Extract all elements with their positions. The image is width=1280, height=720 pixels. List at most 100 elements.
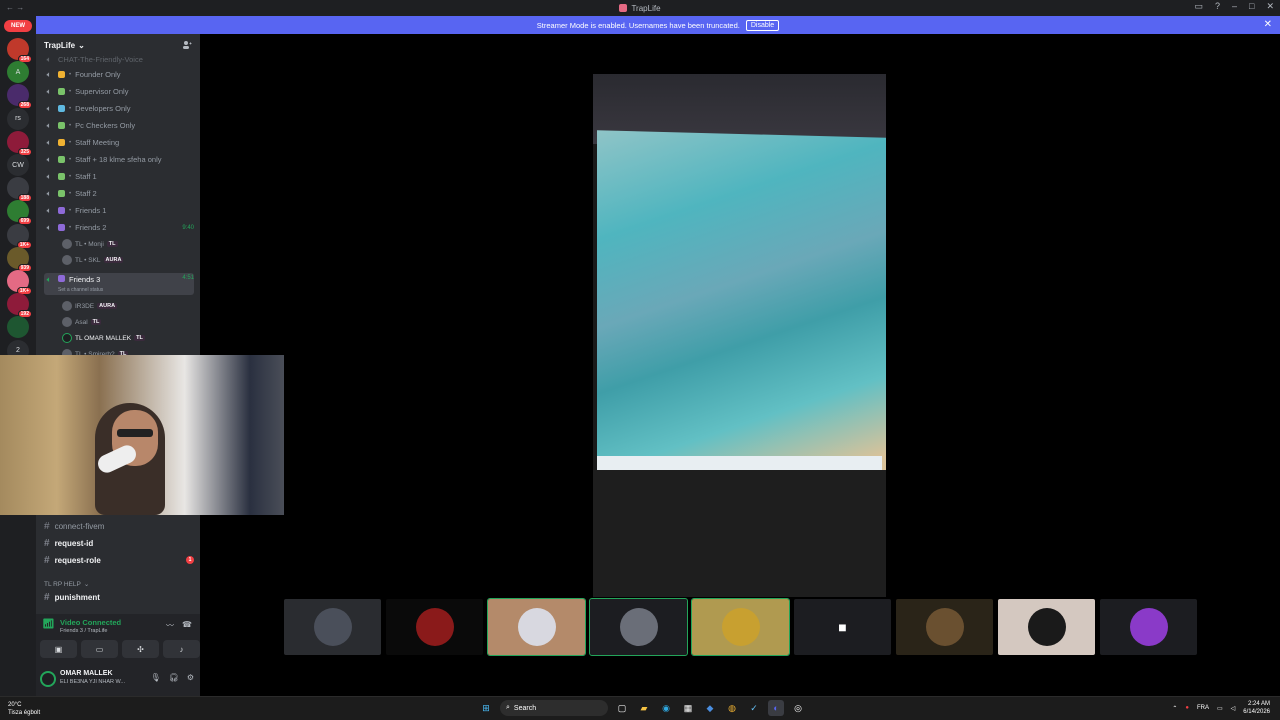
headphones-icon[interactable]: 🎧︎ <box>169 673 179 682</box>
voice-channel[interactable]: 🔈︎ • Supervisor Only <box>44 84 194 99</box>
screen-share-button[interactable]: ▭ <box>81 640 118 658</box>
server-icon[interactable]: A <box>7 61 29 84</box>
microphone-icon[interactable]: 🎙︎ <box>151 673 161 682</box>
clock[interactable]: 2:24 AM 6/14/2026 <box>1243 700 1270 716</box>
inbox-icon[interactable]: ▭ <box>1194 1 1203 12</box>
voice-channel[interactable]: 🔈︎ • Developers Only <box>44 101 194 116</box>
voice-channel[interactable]: 🔈︎ • Friends 2 9:40 <box>44 220 194 235</box>
file-explorer-icon[interactable]: ▰ <box>636 700 652 716</box>
voice-member[interactable]: Asal TL <box>62 315 102 329</box>
server-icon[interactable]: CW <box>7 154 29 176</box>
text-channel[interactable]: # connect-fivem <box>44 518 194 534</box>
member-name: IR3DE <box>75 302 95 310</box>
channel-emoji-icon <box>58 156 65 163</box>
server-icon[interactable]: 188 <box>7 177 32 203</box>
avatar[interactable] <box>40 671 56 687</box>
channel-label: Staff 2 <box>75 189 97 198</box>
participant-tile[interactable] <box>1100 599 1197 655</box>
disable-streamer-mode-button[interactable]: Disable <box>745 19 780 31</box>
avatar <box>619 608 658 646</box>
edge-icon[interactable]: ◉ <box>658 700 674 716</box>
store-icon[interactable]: ▦ <box>680 700 696 716</box>
server-icon[interactable]: 164 <box>7 38 32 63</box>
start-icon[interactable]: ⊞ <box>478 700 494 716</box>
member-tag: TL <box>106 241 118 247</box>
server-icon[interactable]: 268 <box>7 84 32 110</box>
noise-suppression-icon[interactable]: 〰 <box>166 620 174 631</box>
voice-channel[interactable]: 🔈︎ • Staff 2 <box>44 186 194 201</box>
voice-member[interactable]: TL OMAR MALLEK TL <box>62 331 145 345</box>
back-forward-icon[interactable]: ← → <box>6 3 24 12</box>
voice-channel[interactable]: 🔈︎ • Friends 1 <box>44 203 194 218</box>
video-bottom-shadow <box>593 470 886 597</box>
voice-status[interactable]: Video Connected <box>60 618 121 627</box>
chevron-up-icon[interactable]: ⌃ <box>1172 705 1177 712</box>
voice-member[interactable]: IR3DE AURA <box>62 299 118 313</box>
channel-truncated[interactable]: 🔈︎ CHAT-The-Friendly-Voice <box>44 52 194 67</box>
server-icon[interactable]: 1K+ <box>7 223 32 249</box>
server-icon[interactable]: 1K+ <box>7 270 32 295</box>
discord-icon[interactable]: ◐ <box>768 700 784 716</box>
server-icon[interactable] <box>7 316 29 339</box>
server-icon[interactable]: 699 <box>7 200 32 226</box>
voice-channel[interactable]: 🔈︎ • Staff Meeting <box>44 135 194 150</box>
disconnect-icon[interactable]: ☎ <box>182 620 192 631</box>
participant-tile[interactable]: ■ <box>794 599 891 655</box>
participant-tile[interactable] <box>386 599 483 655</box>
sunglasses <box>117 429 153 437</box>
participant-tile[interactable] <box>487 598 586 656</box>
settings-gear-icon[interactable]: ⚙ <box>187 673 194 682</box>
search-box[interactable]: ⌕ Search <box>500 700 608 716</box>
language-indicator[interactable]: FRA <box>1197 705 1209 711</box>
voice-member[interactable]: TL • SKL AURA <box>62 253 124 267</box>
close-window-button[interactable]: ✕ <box>1266 1 1274 12</box>
task-view-icon[interactable]: ▢ <box>614 700 630 716</box>
separator-dot: • <box>69 156 72 163</box>
voice-channel[interactable]: 🔈︎ • Staff 1 <box>44 169 194 184</box>
invite-people-icon[interactable] <box>182 40 192 50</box>
speaker-icon: 🔈︎ <box>46 154 52 164</box>
maximize-button[interactable]: □ <box>1249 1 1254 12</box>
voice-channel[interactable]: 🔈︎ • Pc Checkers Only <box>44 118 194 133</box>
weather-widget[interactable]: 20°C Tisza égbolt <box>8 701 40 717</box>
text-channel[interactable]: # request-role 1 <box>44 552 194 568</box>
server-icon[interactable]: 325 <box>7 130 32 156</box>
close-banner-icon[interactable]: ✕ <box>1264 19 1272 30</box>
screen-share-video[interactable] <box>593 74 886 597</box>
participant-tile[interactable] <box>589 598 688 656</box>
chrome-icon[interactable]: ◍ <box>724 700 740 716</box>
channel-status[interactable]: Set a channel status <box>58 287 103 293</box>
server-icon[interactable]: 939 <box>7 246 32 272</box>
volume-icon[interactable]: ◁ <box>1231 705 1236 712</box>
camera-toggle-button[interactable]: ▣ <box>40 640 77 658</box>
voice-channel[interactable]: 🔈︎ • Staff + 18 klme sfeha only <box>44 152 194 167</box>
participant-tile[interactable] <box>691 598 790 656</box>
soundboard-button[interactable]: ♪ <box>163 640 200 658</box>
category-header[interactable]: TL RP HELP ⌄ <box>44 580 89 589</box>
participant-tile[interactable] <box>998 599 1095 655</box>
text-channel[interactable]: # punishment <box>44 589 194 605</box>
avatar <box>415 608 454 646</box>
minimize-button[interactable]: – <box>1232 1 1237 12</box>
voice-member[interactable]: TL • Monji TL <box>62 237 118 251</box>
text-channel[interactable]: # request-id <box>44 535 194 551</box>
activities-button[interactable]: ✣ <box>122 640 159 658</box>
new-badge[interactable]: NEW <box>4 20 32 32</box>
voice-channel[interactable]: 🔈︎ • Founder Only <box>44 67 194 82</box>
server-name: TrapLife <box>44 40 76 50</box>
app-icon-2[interactable]: ◎ <box>790 700 806 716</box>
server-icon[interactable]: rs <box>7 107 29 130</box>
app-icon[interactable]: ◆ <box>702 700 718 716</box>
channel-label: Developers Only <box>75 104 131 113</box>
participant-tile[interactable] <box>896 599 993 655</box>
participant-tile[interactable] <box>284 599 381 655</box>
network-icon[interactable]: ▭ <box>1217 705 1223 712</box>
steam-icon[interactable]: ✓ <box>746 700 762 716</box>
help-icon[interactable]: ? <box>1215 1 1220 12</box>
microphone-tray-icon[interactable]: ● <box>1185 705 1189 711</box>
voice-channel-path[interactable]: Friends 3 / TrapLife <box>60 628 107 634</box>
separator-dot: • <box>69 71 72 78</box>
server-icon[interactable]: 192 <box>7 293 32 319</box>
username[interactable]: OMAR MALLEK <box>60 670 113 677</box>
search-label: Search <box>513 704 537 712</box>
